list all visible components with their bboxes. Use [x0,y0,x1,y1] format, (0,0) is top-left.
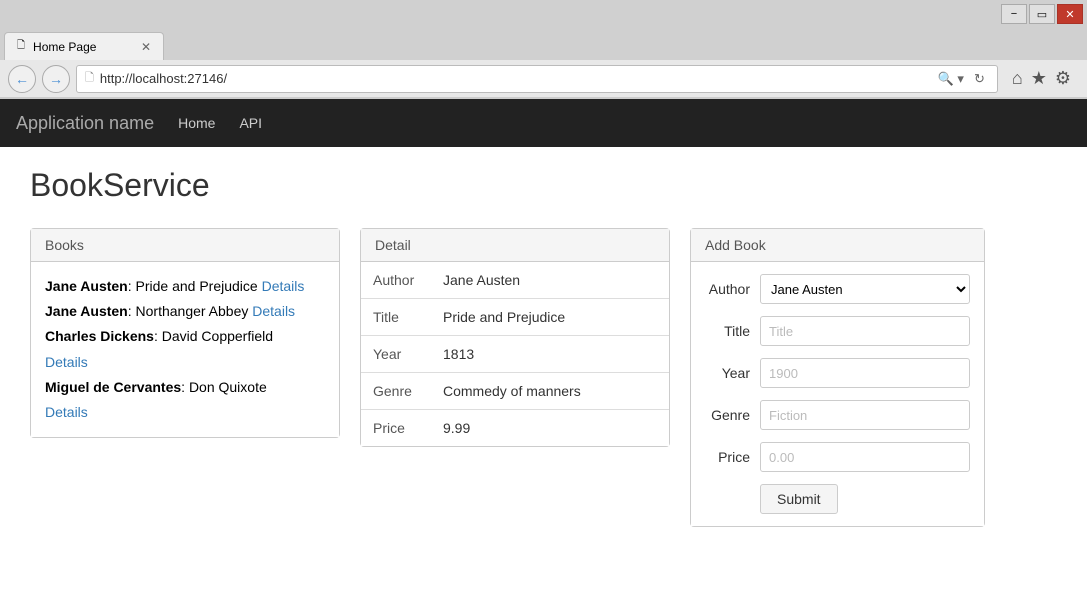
detail-value: Pride and Prejudice [431,299,669,336]
url-lock-icon: 🗋 [85,69,94,88]
url-actions: 🔍 ▾ ↻ [934,69,989,89]
books-panel: Books Jane Austen: Pride and Prejudice D… [30,228,340,438]
table-row: Price 9.99 [361,410,669,447]
genre-field-row: Genre [705,400,970,430]
list-item: Miguel de Cervantes: Don Quixote Details [45,375,325,425]
title-bar-buttons: − ▭ ✕ [1001,4,1083,24]
book-title: Don Quixote [189,379,267,395]
back-button[interactable]: ← [8,65,36,93]
url-bar: 🗋 http://localhost:27146/ 🔍 ▾ ↻ [76,65,998,93]
year-field-row: Year [705,358,970,388]
main-content: BookService Books Jane Austen: Pride and… [0,147,1087,547]
tab-bar: 🗋 Home Page ✕ [0,28,1087,60]
detail-label: Year [361,336,431,373]
list-item: Jane Austen: Pride and Prejudice Details [45,274,325,299]
detail-value: 9.99 [431,410,669,447]
restore-button[interactable]: ▭ [1029,4,1055,24]
table-row: Genre Commedy of manners [361,373,669,410]
price-input[interactable] [760,442,970,472]
book-title: Northanger Abbey [136,303,249,319]
detail-value: Commedy of manners [431,373,669,410]
browser-tab[interactable]: 🗋 Home Page ✕ [4,32,164,60]
address-bar: ← → 🗋 http://localhost:27146/ 🔍 ▾ ↻ ⌂ ★ … [0,60,1087,98]
table-row: Year 1813 [361,336,669,373]
book-author: Jane Austen [45,278,128,294]
nav-api-link[interactable]: API [239,115,262,131]
app-navbar: Application name Home API [0,99,1087,147]
cards-row: Books Jane Austen: Pride and Prejudice D… [30,228,1057,527]
home-button[interactable]: ⌂ [1012,68,1023,89]
browser-actions: ⌂ ★ ⚙ [1004,68,1079,89]
add-book-panel: Add Book Author Jane AustenCharles Dicke… [690,228,985,527]
page-title: BookService [30,167,1057,204]
minimize-button[interactable]: − [1001,4,1027,24]
book-title: David Copperfield [162,328,273,344]
detail-table: Author Jane Austen Title Pride and Preju… [361,262,669,446]
add-book-panel-header: Add Book [691,229,984,262]
book-details-link[interactable]: Details [45,404,88,420]
add-book-panel-body: Author Jane AustenCharles DickensMiguel … [691,262,984,526]
detail-label: Genre [361,373,431,410]
author-select[interactable]: Jane AustenCharles DickensMiguel de Cerv… [760,274,970,304]
table-row: Author Jane Austen [361,262,669,299]
books-panel-header: Books [31,229,339,262]
forward-button[interactable]: → [42,65,70,93]
favorites-button[interactable]: ★ [1031,68,1047,89]
nav-home-link[interactable]: Home [178,115,215,131]
book-author: Jane Austen [45,303,128,319]
submit-row: Submit [705,484,970,514]
books-panel-body: Jane Austen: Pride and Prejudice Details… [31,262,339,437]
list-item: Charles Dickens: David Copperfield Detai… [45,324,325,374]
author-field-row: Author Jane AustenCharles DickensMiguel … [705,274,970,304]
search-url-button[interactable]: 🔍 ▾ [934,69,968,89]
tab-close-icon[interactable]: ✕ [141,40,151,54]
settings-button[interactable]: ⚙ [1055,68,1071,89]
tab-favicon-icon: 🗋 [17,38,25,55]
table-row: Title Pride and Prejudice [361,299,669,336]
book-details-link[interactable]: Details [252,303,295,319]
price-field-row: Price [705,442,970,472]
detail-panel-header: Detail [361,229,669,262]
book-details-link[interactable]: Details [262,278,305,294]
app-name: Application name [16,113,154,134]
detail-label: Author [361,262,431,299]
detail-panel-body: Author Jane Austen Title Pride and Preju… [361,262,669,446]
list-item: Jane Austen: Northanger Abbey Details [45,299,325,324]
author-label: Author [705,281,760,297]
genre-input[interactable] [760,400,970,430]
detail-label: Price [361,410,431,447]
book-author: Charles Dickens [45,328,154,344]
year-label: Year [705,365,760,381]
detail-value: Jane Austen [431,262,669,299]
submit-button[interactable]: Submit [760,484,838,514]
close-button[interactable]: ✕ [1057,4,1083,24]
price-label: Price [705,449,760,465]
browser-chrome: − ▭ ✕ 🗋 Home Page ✕ ← → 🗋 http://localho… [0,0,1087,99]
title-bar: − ▭ ✕ [0,0,1087,28]
title-field-row: Title [705,316,970,346]
book-details-link[interactable]: Details [45,354,88,370]
genre-label: Genre [705,407,760,423]
book-author: Miguel de Cervantes [45,379,181,395]
tab-label: Home Page [33,40,96,54]
detail-panel: Detail Author Jane Austen Title Pride an… [360,228,670,447]
refresh-button[interactable]: ↻ [970,69,989,89]
year-input[interactable] [760,358,970,388]
detail-value: 1813 [431,336,669,373]
book-title: Pride and Prejudice [136,278,258,294]
title-input[interactable] [760,316,970,346]
detail-label: Title [361,299,431,336]
url-text[interactable]: http://localhost:27146/ [100,71,928,86]
title-label: Title [705,323,760,339]
